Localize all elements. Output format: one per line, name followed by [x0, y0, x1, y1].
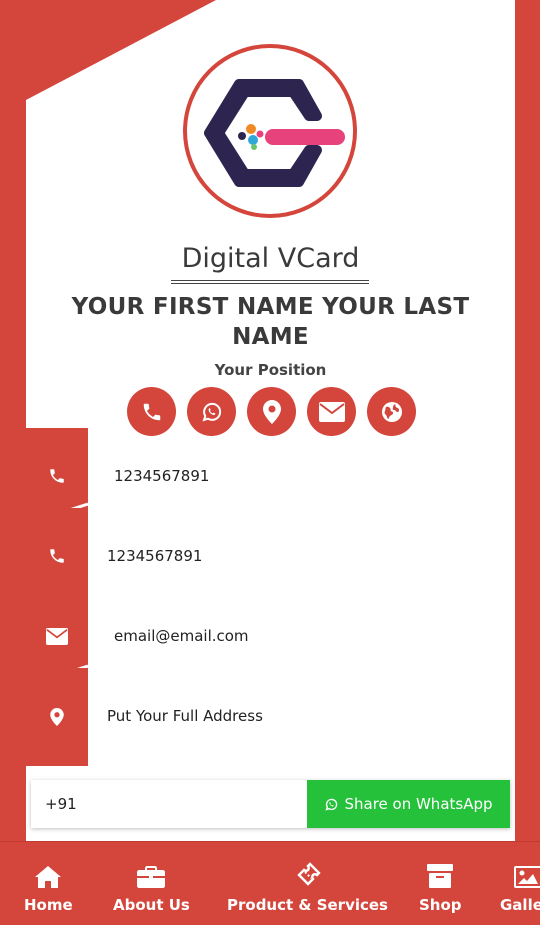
briefcase-icon: [137, 866, 166, 888]
nav-label: Product & Services: [227, 896, 388, 914]
archive-box-icon: [427, 864, 454, 888]
profile-name: YOUR FIRST NAME YOUR LAST NAME: [71, 294, 470, 350]
contact-row-phone-1[interactable]: 1234567891: [26, 428, 515, 524]
profile-position: Your Position: [214, 361, 327, 379]
nav-product-services[interactable]: Product & Services: [227, 860, 388, 914]
nav-label: Gallery: [500, 896, 540, 914]
envelope-icon: [318, 401, 345, 422]
nav-about-us[interactable]: About Us: [113, 860, 190, 914]
nav-label: Shop: [419, 896, 462, 914]
contact-tab: [26, 668, 88, 766]
contact-row-phone-2[interactable]: 1234567891: [26, 508, 515, 604]
whatsapp-share-bar: Share on WhatsApp: [31, 780, 510, 828]
profile-logo: [183, 44, 357, 218]
phone-icon: [50, 549, 64, 563]
nav-shop[interactable]: Shop: [419, 860, 462, 914]
home-icon: [35, 866, 62, 888]
map-pin-icon: [262, 399, 281, 424]
whatsapp-number-input[interactable]: [31, 780, 307, 828]
contact-value[interactable]: Put Your Full Address: [107, 668, 263, 764]
map-pin-icon: [50, 708, 64, 726]
whatsapp-icon: [201, 402, 221, 422]
phone-icon: [143, 403, 160, 420]
vcard-container: Digital VCard YOUR FIRST NAME YOUR LAST …: [26, 0, 515, 925]
contact-row-email[interactable]: email@email.com: [26, 588, 515, 684]
nav-gallery[interactable]: Gallery: [500, 860, 540, 914]
brand-title: Digital VCard: [181, 243, 360, 274]
image-icon: [514, 866, 540, 888]
nav-label: Home: [24, 896, 73, 914]
phone-icon: [50, 469, 64, 483]
bottom-navigation: Home About Us Product & Services Shop Ga…: [0, 841, 540, 925]
envelope-icon: [46, 627, 68, 645]
ticket-icon: [296, 862, 321, 886]
globe-icon: [381, 401, 402, 422]
brand-underline: [171, 280, 369, 284]
nav-home[interactable]: Home: [24, 860, 73, 914]
contact-row-address[interactable]: Put Your Full Address: [26, 668, 515, 766]
share-whatsapp-button[interactable]: Share on WhatsApp: [307, 780, 510, 828]
corner-decoration: [26, 0, 216, 100]
hexagon-logo-icon: [204, 79, 345, 187]
share-button-label: Share on WhatsApp: [344, 795, 493, 813]
whatsapp-icon: [325, 798, 338, 811]
nav-label: About Us: [113, 896, 190, 914]
